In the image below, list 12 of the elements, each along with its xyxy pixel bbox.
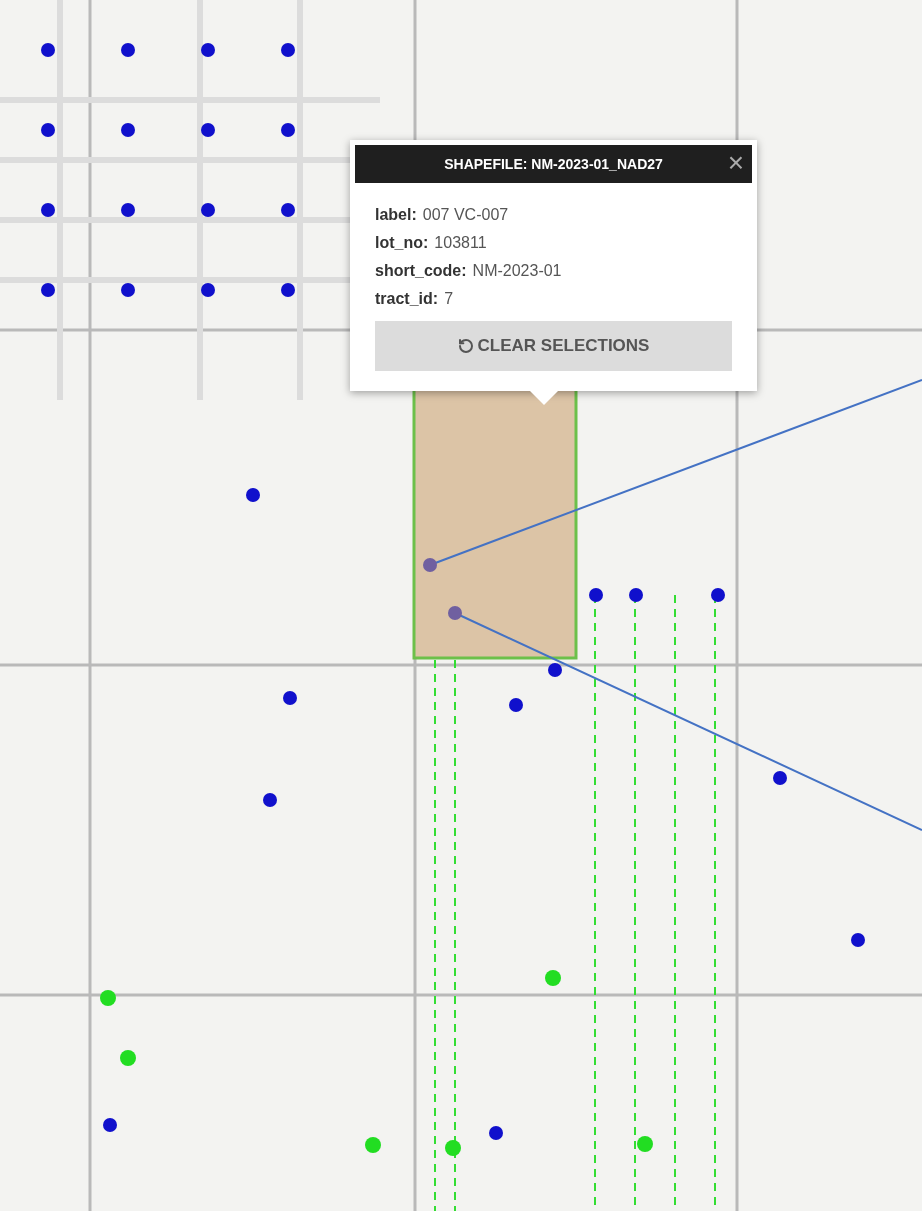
field-value: 007 VC-007 <box>422 205 509 225</box>
field-value: 7 <box>444 289 454 309</box>
field-value: NM-2023-01 <box>472 261 562 281</box>
close-button[interactable]: × <box>727 148 744 178</box>
field-value: 103811 <box>434 233 487 253</box>
field-key: label: <box>375 203 417 227</box>
field-key: short_code: <box>375 259 467 283</box>
popup-title: SHAPEFILE: NM-2023-01_NAD27 <box>444 154 663 174</box>
clear-selections-button[interactable]: CLEAR SELECTIONS <box>375 321 732 371</box>
reset-icon <box>457 338 474 354</box>
field-key: lot_no: <box>375 231 429 255</box>
field-key: tract_id: <box>375 287 439 311</box>
